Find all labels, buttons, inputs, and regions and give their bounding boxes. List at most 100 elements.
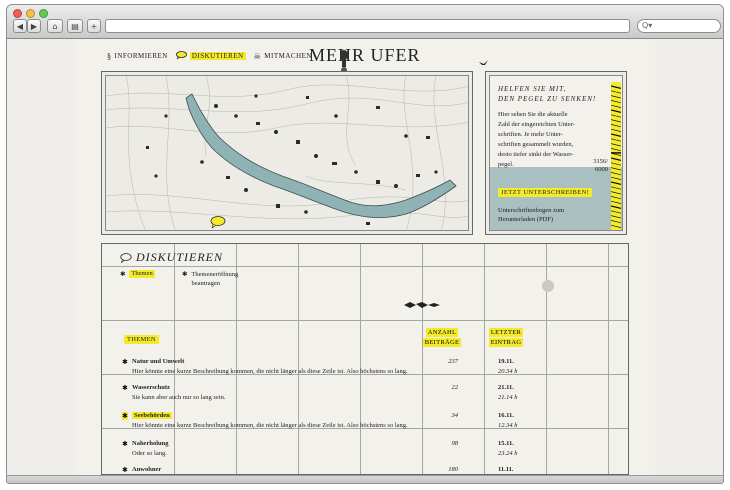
zoom-window-button[interactable] bbox=[39, 9, 48, 18]
discussion-marker-icon[interactable] bbox=[210, 216, 226, 228]
discussion-panel: DISKUTIEREN ✱ Themen ✱ Themeneröffnung b… bbox=[101, 243, 629, 475]
main-nav: § INFORMIEREN DISKUTIEREN ☠ MITMACHEN bbox=[107, 51, 312, 61]
column-header-letzter-eintrag[interactable]: LETZTER EINTRAG bbox=[486, 328, 526, 348]
signature-count: 3156/ 6000 bbox=[582, 158, 608, 174]
bullet-icon: ✱ bbox=[122, 384, 128, 392]
close-window-button[interactable] bbox=[13, 9, 22, 18]
column-header-line: EINTRAG bbox=[488, 338, 524, 347]
nav-label: INFORMIEREN bbox=[114, 52, 168, 60]
site-title: MEHR UFER bbox=[309, 45, 421, 65]
petition-text-line: Zahl der eingereichten Unter- bbox=[498, 121, 575, 128]
topic-last-time: 23.24 h bbox=[498, 450, 518, 457]
signature-count-current: 3156/ bbox=[593, 158, 608, 165]
topic-last-time: 12.34 h bbox=[498, 422, 518, 429]
download-link-line: Unterschriftenbogen zum bbox=[498, 207, 565, 214]
topic-description: Oder so lang. bbox=[132, 450, 167, 457]
speech-bubble-icon bbox=[120, 252, 132, 263]
map-panel bbox=[101, 71, 473, 235]
topic-last-date: 21.11. bbox=[498, 384, 514, 391]
topic-row[interactable]: ✱ Seebehörden Hier könnte eine kurze Bes… bbox=[122, 412, 602, 440]
topic-last-date: 16.11. bbox=[498, 412, 514, 419]
topic-post-count: 34 bbox=[451, 412, 459, 419]
topic-last-date: 11.11. bbox=[498, 466, 514, 473]
petition-text-line: Hier sehen Sie die aktuelle bbox=[498, 111, 568, 118]
web-page: § INFORMIEREN DISKUTIEREN ☠ MITMACHEN ME… bbox=[77, 39, 655, 475]
petition-text-line: schriften gesammelt wurden, bbox=[498, 141, 574, 148]
discussion-title: DISKUTIEREN bbox=[136, 250, 223, 264]
forward-button[interactable]: ▶ bbox=[27, 19, 41, 33]
petition-text-line: schriften. Je mehr Unter- bbox=[498, 131, 563, 138]
column-header-line: BEITRÄGE bbox=[422, 338, 462, 347]
topic-description: Sie kann aber auch nur so lang sein. bbox=[132, 394, 226, 401]
minimize-window-button[interactable] bbox=[26, 9, 35, 18]
tab-label: Themen bbox=[129, 270, 155, 278]
tab-themen[interactable]: ✱ Themen bbox=[120, 270, 155, 278]
home-button[interactable]: ⌂ bbox=[47, 19, 63, 33]
gauge-level-marker bbox=[611, 152, 621, 154]
nav-item-diskutieren[interactable]: DISKUTIEREN bbox=[175, 51, 246, 61]
topic-title: Naherholung bbox=[132, 440, 169, 447]
nav-item-informieren[interactable]: § INFORMIEREN bbox=[107, 51, 168, 61]
map-canvas bbox=[106, 76, 468, 230]
tab-label: Themeneröffnung beantragen bbox=[191, 270, 238, 288]
print-button[interactable]: ▤ bbox=[67, 19, 83, 33]
grid-line bbox=[102, 320, 628, 321]
column-header-themen[interactable]: THEMEN bbox=[124, 328, 159, 346]
bullet-icon: ✱ bbox=[122, 358, 128, 366]
topic-title: Anwohner bbox=[132, 466, 162, 473]
topic-description: Hier könnte eine kurze Beschreibung komm… bbox=[132, 422, 408, 429]
tab-themeneroeffnung[interactable]: ✱ Themeneröffnung beantragen bbox=[182, 270, 238, 288]
topic-last-time: 20.34 h bbox=[498, 368, 518, 375]
bullet-icon: ✱ bbox=[120, 271, 126, 278]
topic-title: Seebehörden bbox=[132, 412, 172, 419]
topic-last-time: 21.14 h bbox=[498, 394, 518, 401]
topic-description: Hier könnte eine kurze Beschreibung komm… bbox=[132, 368, 408, 375]
scroll-dot-icon bbox=[542, 280, 554, 292]
browser-window: ◀ ▶ ⌂ ▤ + Q▾ § INFORMIEREN DISKUTIEREN ☠… bbox=[6, 4, 724, 484]
signature-count-total: 6000 bbox=[595, 166, 608, 173]
tools-icon: ☠ bbox=[253, 51, 262, 61]
lake-map[interactable] bbox=[105, 75, 469, 231]
speech-bubble-icon bbox=[175, 51, 187, 61]
topic-row[interactable]: ✱ Wasserschutz Sie kann aber auch nur so… bbox=[122, 384, 602, 412]
nav-label: DISKUTIEREN bbox=[189, 52, 246, 60]
bird-icon bbox=[479, 60, 488, 65]
bullet-icon: ✱ bbox=[122, 440, 128, 448]
back-button[interactable]: ◀ bbox=[13, 19, 27, 33]
petition-panel: HELFEN SIE MIT, DEN PEGEL ZU SENKEN! Hie… bbox=[485, 71, 627, 235]
bullet-icon: ✱ bbox=[122, 466, 128, 474]
topic-last-date: 19.11. bbox=[498, 358, 514, 365]
tab-label-line: Themeneröffnung bbox=[191, 271, 239, 278]
topic-post-count: 98 bbox=[451, 440, 459, 447]
bullet-icon: ✱ bbox=[182, 271, 188, 278]
search-icon: Q▾ bbox=[642, 21, 653, 30]
address-bar[interactable] bbox=[105, 19, 630, 33]
sign-now-button[interactable]: JETZT UNTERSCHREIBEN! bbox=[498, 188, 593, 197]
search-field[interactable]: Q▾ bbox=[637, 19, 721, 33]
column-header-anzahl[interactable]: ANZAHL BEITRÄGE bbox=[422, 328, 462, 348]
bullet-icon: ✱ bbox=[122, 412, 128, 420]
browser-viewport: § INFORMIEREN DISKUTIEREN ☠ MITMACHEN ME… bbox=[7, 39, 723, 475]
grid-line bbox=[608, 244, 609, 474]
topic-last-date: 15.11. bbox=[498, 440, 514, 447]
petition-heading-line: DEN PEGEL ZU SENKEN! bbox=[498, 95, 597, 103]
topic-post-count: 237 bbox=[448, 358, 458, 365]
topic-row[interactable]: ✱ Naherholung Oder so lang. 98 15.11. 23… bbox=[122, 440, 602, 468]
add-bookmark-button[interactable]: + bbox=[87, 19, 101, 33]
column-header-line: LETZTER bbox=[488, 328, 524, 337]
column-header-line: ANZAHL bbox=[425, 328, 459, 337]
nav-item-mitmachen[interactable]: ☠ MITMACHEN bbox=[254, 51, 312, 61]
tab-label-line: beantragen bbox=[191, 280, 220, 287]
topic-title: Wasserschutz bbox=[132, 384, 170, 391]
topic-title: Natur und Umwelt bbox=[132, 358, 185, 365]
download-pdf-link[interactable]: Unterschriftenbogen zum Herunterladen (P… bbox=[498, 206, 588, 224]
water-level-gauge bbox=[611, 82, 621, 230]
topic-row[interactable]: ✱ Anwohner 180 11.11. bbox=[122, 466, 602, 474]
discussion-heading: DISKUTIEREN bbox=[120, 250, 223, 265]
topic-post-count: 180 bbox=[448, 466, 458, 473]
paragraph-icon: § bbox=[107, 51, 112, 61]
topic-post-count: 22 bbox=[451, 384, 459, 391]
browser-titlebar: ◀ ▶ ⌂ ▤ + Q▾ bbox=[7, 5, 723, 39]
download-link-line: Herunterladen (PDF) bbox=[498, 216, 554, 223]
topic-row[interactable]: ✱ Natur und Umwelt Hier könnte eine kurz… bbox=[122, 358, 602, 386]
